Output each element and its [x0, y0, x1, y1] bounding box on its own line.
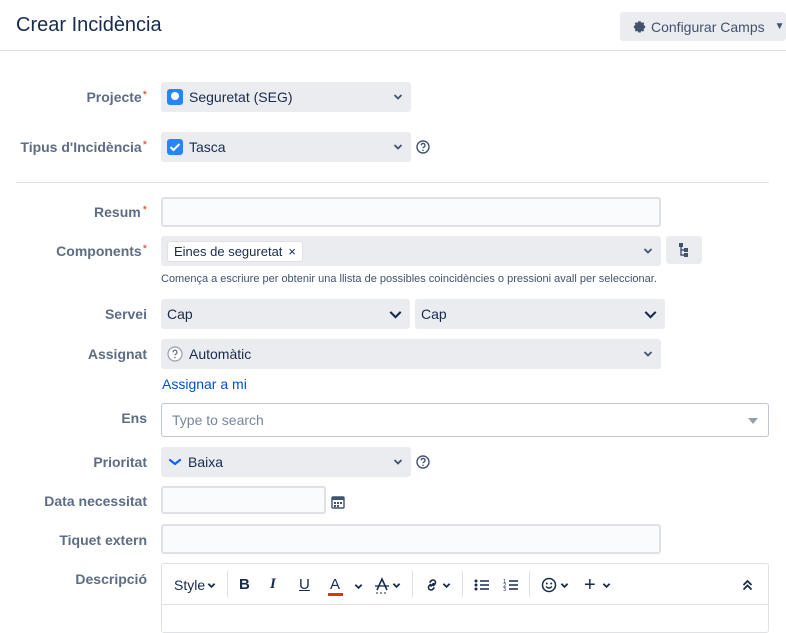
- summary-input[interactable]: [161, 197, 661, 227]
- chevron-down-icon: [560, 583, 569, 589]
- chevron-down-icon: [392, 583, 401, 589]
- insert-more-button[interactable]: +: [584, 574, 614, 596]
- italic-button[interactable]: I: [270, 576, 276, 593]
- ens-input[interactable]: Type to search: [161, 403, 769, 437]
- service-label: Servei: [104, 306, 147, 322]
- caret-down-icon: [748, 418, 758, 424]
- external-ticket-input[interactable]: [161, 524, 661, 554]
- collapse-toolbar-icon[interactable]: [742, 579, 753, 591]
- project-select[interactable]: Seguretat (SEG): [161, 82, 411, 112]
- service-select-1[interactable]: Cap: [161, 299, 410, 329]
- help-icon[interactable]: [416, 455, 430, 469]
- configure-fields-label: Configurar Camps: [651, 18, 765, 35]
- chevron-down-icon: [207, 582, 216, 588]
- components-hint: Comença a escriure per obtenir una llist…: [161, 273, 657, 285]
- link-icon: [427, 579, 437, 591]
- chevron-down-icon: [393, 94, 403, 100]
- strikethrough-format-icon: [375, 577, 389, 594]
- due-date-label: Data necessitat: [44, 493, 147, 509]
- chevron-down-icon: [354, 584, 363, 590]
- toolbar-separator: [529, 571, 530, 597]
- priority-select[interactable]: Baixa: [161, 447, 411, 477]
- assignee-label: Assignat: [87, 346, 147, 362]
- user-unknown-icon: [167, 346, 183, 362]
- chevron-down-icon: [643, 351, 653, 357]
- text-color-swatch: [328, 593, 343, 596]
- task-checkbox-icon: [167, 139, 183, 155]
- editor-toolbar-divider: [162, 604, 768, 605]
- text-effects-button[interactable]: [374, 576, 402, 596]
- priority-low-icon: [168, 458, 182, 466]
- components-select[interactable]: Eines de seguretat ×: [161, 236, 661, 266]
- assign-to-me-link[interactable]: Assignar a mi: [162, 376, 247, 392]
- emoji-button[interactable]: [541, 577, 571, 595]
- ens-label: Ens: [121, 410, 147, 426]
- chevron-down-icon: [643, 248, 653, 254]
- issue-type-select[interactable]: Tasca: [161, 132, 411, 162]
- assignee-select[interactable]: Automàtic: [161, 339, 661, 369]
- issue-type-label: Tipus d'Incidència*: [20, 139, 147, 155]
- chevron-down-icon: [644, 311, 657, 319]
- chip-remove-icon[interactable]: ×: [288, 244, 296, 259]
- toolbar-separator: [462, 571, 463, 597]
- link-button[interactable]: [424, 577, 452, 595]
- gear-icon: [633, 21, 646, 33]
- page-title: Crear Incidència: [16, 14, 162, 36]
- chevron-down-icon: [393, 459, 403, 465]
- emoji-icon: [541, 577, 557, 593]
- text-color-button[interactable]: A: [328, 574, 363, 596]
- chevron-down-icon: [602, 583, 611, 589]
- header-divider: [0, 50, 786, 51]
- svg-text:3: 3: [503, 587, 506, 592]
- underline-button[interactable]: U: [299, 576, 310, 593]
- toolbar-separator: [227, 571, 228, 597]
- plus-icon: +: [584, 574, 596, 596]
- bold-button[interactable]: B: [239, 576, 250, 593]
- section-divider: [16, 182, 769, 183]
- hierarchy-icon: [679, 243, 688, 257]
- external-ticket-label: Tiquet extern: [59, 532, 147, 548]
- component-tree-button[interactable]: [666, 236, 702, 264]
- numbered-list-icon[interactable]: 123: [503, 578, 519, 592]
- help-icon[interactable]: [416, 140, 430, 154]
- project-avatar-icon: [167, 89, 183, 105]
- bullet-list-icon[interactable]: [474, 578, 490, 592]
- description-label: Descripció: [75, 571, 147, 587]
- components-label: Components*: [56, 243, 147, 259]
- project-label: Projecte*: [86, 89, 147, 105]
- description-editor[interactable]: [161, 563, 769, 633]
- service-select-2[interactable]: Cap: [415, 299, 665, 329]
- due-date-input[interactable]: [161, 486, 326, 514]
- chevron-down-icon: [393, 144, 403, 150]
- style-dropdown[interactable]: Style: [174, 577, 216, 593]
- toolbar-separator: [412, 571, 413, 597]
- priority-label: Prioritat: [93, 454, 147, 470]
- summary-label: Resum *: [94, 204, 147, 220]
- issue-type-value: Tasca: [189, 139, 226, 155]
- component-chip: Eines de seguretat ×: [167, 240, 303, 262]
- project-value: Seguretat (SEG): [189, 89, 293, 105]
- caret-down-icon: ▼: [774, 21, 785, 32]
- chevron-down-icon: [442, 583, 451, 589]
- calendar-icon[interactable]: [331, 495, 345, 509]
- chevron-down-icon: [389, 311, 402, 319]
- configure-fields-button[interactable]: Configurar Camps ▼: [620, 12, 786, 41]
